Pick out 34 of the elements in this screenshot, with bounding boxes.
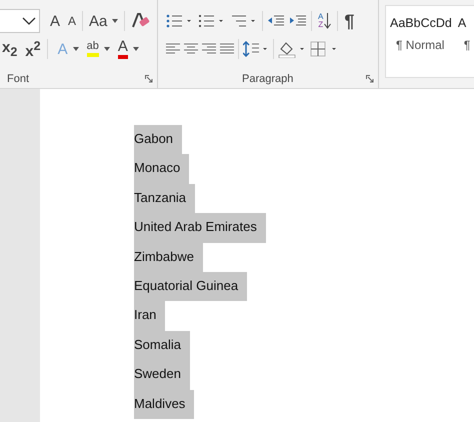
caret-icon (112, 19, 118, 23)
align-right-icon[interactable] (202, 43, 216, 55)
style-item[interactable]: A ¶ (458, 16, 470, 77)
grow-font-button[interactable]: A (48, 14, 62, 28)
subscript-button[interactable]: x$_{2}$ (0, 40, 20, 58)
justify-icon[interactable] (220, 43, 234, 55)
numbered-list-icon[interactable] (198, 14, 226, 28)
group-label: Font (7, 73, 30, 85)
multilevel-list-icon[interactable] (230, 14, 258, 28)
font-size-field[interactable] (0, 9, 40, 33)
decrease-indent-icon[interactable] (267, 15, 285, 27)
arrow-down-icon (324, 13, 332, 29)
highlight-button[interactable]: ab (84, 41, 112, 57)
line-spacing-icon[interactable] (243, 41, 269, 57)
borders-icon[interactable] (310, 41, 338, 57)
align-left-icon[interactable] (166, 43, 180, 55)
style-item[interactable]: AaBbCcDd ¶ Normal (390, 16, 452, 77)
show-formatting-button[interactable]: ¶ (342, 12, 356, 30)
shading-icon[interactable] (278, 40, 306, 58)
caret-icon (132, 47, 139, 51)
group-label: Paragraph (242, 73, 294, 85)
change-case-button[interactable]: Aa (87, 14, 120, 28)
superscript-button[interactable]: x$^{2}$ (23, 40, 43, 58)
bullet-list-icon[interactable] (166, 14, 194, 28)
increase-indent-icon[interactable] (289, 15, 307, 27)
font-color-button[interactable]: A (116, 39, 141, 59)
shrink-font-button[interactable]: A (66, 15, 78, 27)
chevron-down-icon (22, 17, 36, 25)
dialog-launcher-icon[interactable] (366, 75, 374, 83)
sort-button[interactable]: A Z (316, 13, 334, 29)
align-center-icon[interactable] (184, 43, 198, 55)
caret-icon (72, 47, 79, 51)
dialog-launcher-icon[interactable] (145, 75, 153, 83)
caret-icon (104, 47, 110, 51)
